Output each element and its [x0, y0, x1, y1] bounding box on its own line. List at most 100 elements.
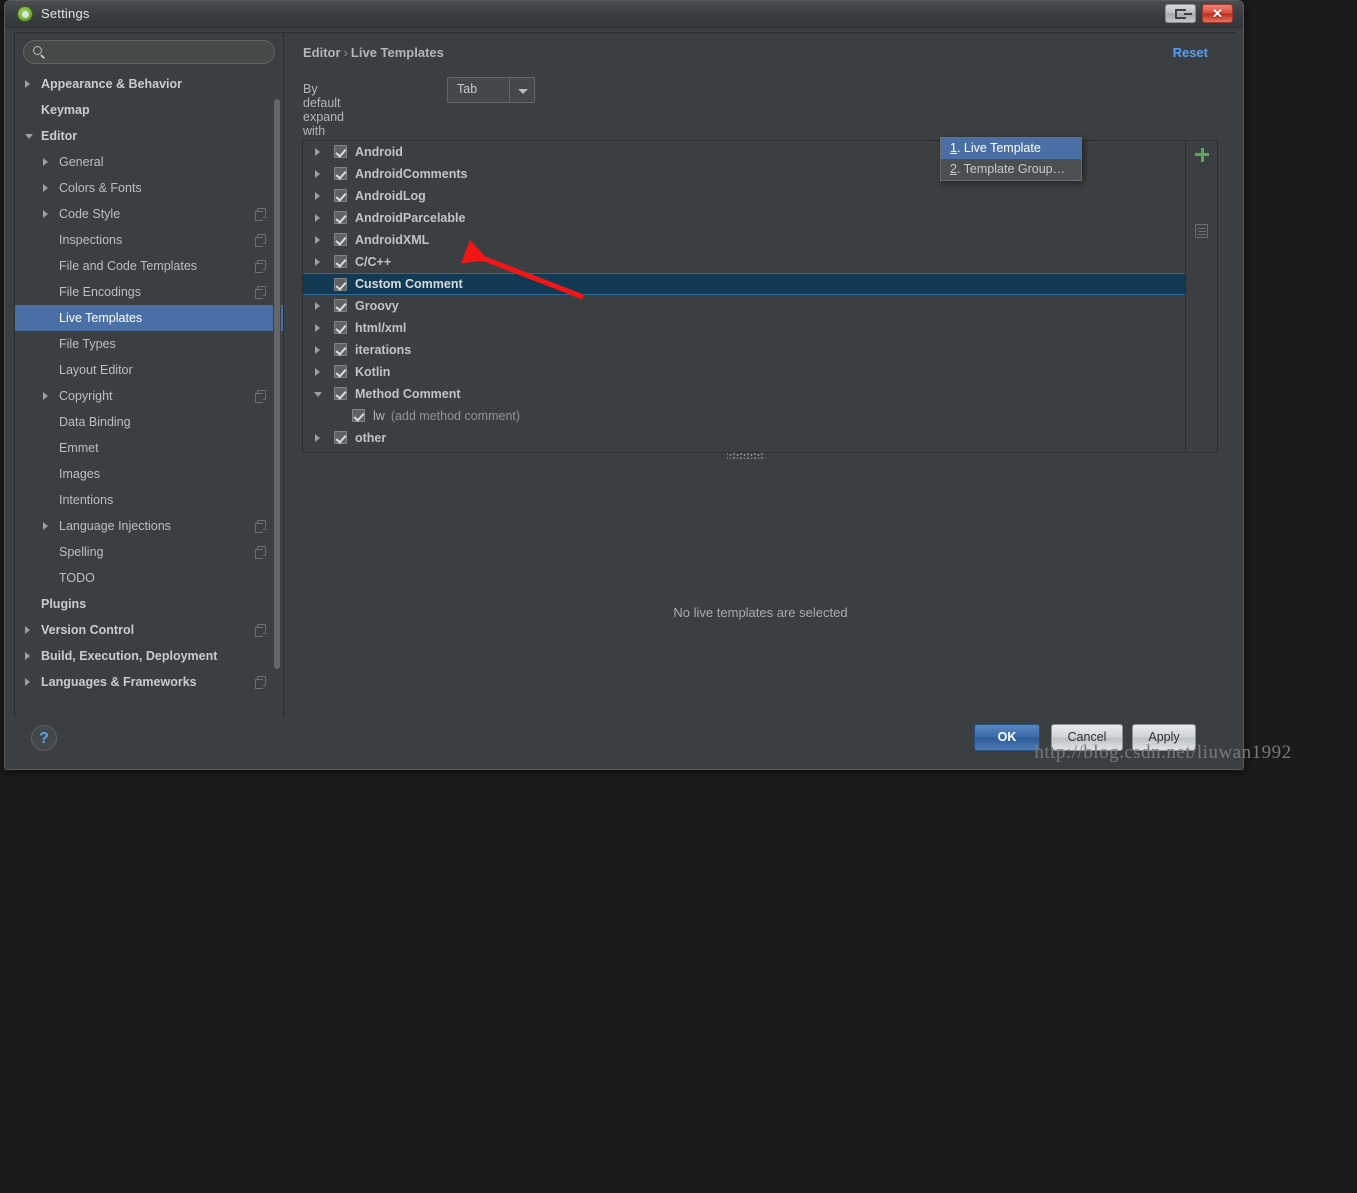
chevron-right-icon[interactable]: [315, 434, 320, 442]
ok-button[interactable]: OK: [974, 724, 1040, 751]
settings-sidebar: Appearance & Behavior Keymap Editor General…: [15, 33, 284, 719]
sidebar-item-label: Copyright: [59, 389, 113, 403]
template-group-row[interactable]: Kotlin: [303, 361, 1204, 383]
sidebar-item-label: Colors & Fonts: [59, 181, 142, 195]
chevron-right-icon[interactable]: [25, 652, 30, 660]
help-button[interactable]: ?: [31, 725, 57, 751]
sidebar-item-keymap[interactable]: Keymap: [15, 97, 283, 123]
checkbox-checked[interactable]: [334, 255, 347, 268]
sidebar-scrollbar[interactable]: [273, 73, 281, 713]
chevron-right-icon[interactable]: [315, 170, 320, 178]
chevron-right-icon[interactable]: [315, 148, 320, 156]
checkbox-checked[interactable]: [334, 387, 347, 400]
checkbox-checked[interactable]: [334, 233, 347, 246]
sidebar-item-appearance-behavior[interactable]: Appearance & Behavior: [15, 71, 283, 97]
template-group-row[interactable]: Custom Comment: [303, 273, 1204, 295]
chevron-right-icon[interactable]: [315, 324, 320, 332]
sidebar-item-file-and-code-templates[interactable]: File and Code Templates: [15, 253, 283, 279]
chevron-down-icon[interactable]: [314, 392, 322, 401]
sidebar-item-version-control[interactable]: Version Control: [15, 617, 283, 643]
template-group-row[interactable]: html/xml: [303, 317, 1204, 339]
template-group-row[interactable]: Groovy: [303, 295, 1204, 317]
sidebar-item-todo[interactable]: TODO: [15, 565, 283, 591]
project-scope-icon: [255, 676, 266, 689]
chevron-right-icon[interactable]: [315, 214, 320, 222]
checkbox-checked[interactable]: [334, 365, 347, 378]
expand-with-select[interactable]: Tab: [447, 77, 535, 103]
template-group-row[interactable]: other: [303, 427, 1204, 449]
template-group-row[interactable]: iterations: [303, 339, 1204, 361]
checkbox-checked[interactable]: [334, 321, 347, 334]
sidebar-item-label: Plugins: [41, 597, 87, 611]
checkbox-checked[interactable]: [334, 343, 347, 356]
reset-link[interactable]: Reset: [1173, 45, 1208, 60]
expand-with-dropdown-button[interactable]: [509, 78, 534, 102]
checkbox-checked[interactable]: [334, 431, 347, 444]
chevron-right-icon[interactable]: [43, 184, 48, 192]
template-group-row[interactable]: AndroidParcelable: [303, 207, 1204, 229]
template-group-label: Custom Comment: [355, 277, 463, 291]
sidebar-item-plugins[interactable]: Plugins: [15, 591, 283, 617]
chevron-down-icon[interactable]: [25, 134, 33, 143]
template-group-row[interactable]: C/C++: [303, 251, 1204, 273]
chevron-right-icon[interactable]: [315, 192, 320, 200]
sidebar-item-language-injections[interactable]: Language Injections: [15, 513, 283, 539]
restore-button[interactable]: [1165, 4, 1196, 23]
sidebar-item-colors-fonts[interactable]: Colors & Fonts: [15, 175, 283, 201]
sidebar-item-data-binding[interactable]: Data Binding: [15, 409, 283, 435]
chevron-right-icon[interactable]: [315, 368, 320, 376]
project-scope-icon: [255, 208, 266, 221]
chevron-right-icon[interactable]: [43, 392, 48, 400]
template-group-label: AndroidXML: [355, 233, 430, 247]
search-input[interactable]: [52, 43, 267, 61]
sidebar-item-file-encodings[interactable]: File Encodings: [15, 279, 283, 305]
sidebar-item-languages-frameworks[interactable]: Languages & Frameworks: [15, 669, 283, 695]
sidebar-item-layout-editor[interactable]: Layout Editor: [15, 357, 283, 383]
sidebar-item-inspections[interactable]: Inspections: [15, 227, 283, 253]
chevron-right-icon[interactable]: [315, 346, 320, 354]
checkbox-checked[interactable]: [334, 189, 347, 202]
close-button[interactable]: ✕: [1202, 4, 1233, 23]
checkbox-checked[interactable]: [334, 299, 347, 312]
sidebar-scrollbar-thumb[interactable]: [274, 99, 280, 669]
sidebar-item-editor[interactable]: Editor: [15, 123, 283, 149]
template-group-label: Android: [355, 145, 403, 159]
template-group-row[interactable]: Method Comment: [303, 383, 1204, 405]
chevron-right-icon[interactable]: [315, 236, 320, 244]
sidebar-item-file-types[interactable]: File Types: [15, 331, 283, 357]
checkbox-checked[interactable]: [334, 145, 347, 158]
chevron-right-icon[interactable]: [25, 626, 30, 634]
plus-icon[interactable]: [1194, 147, 1210, 163]
template-row[interactable]: lw (add method comment): [303, 405, 1204, 427]
sidebar-item-build-execution-deployment[interactable]: Build, Execution, Deployment: [15, 643, 283, 669]
sidebar-item-images[interactable]: Images: [15, 461, 283, 487]
checkbox-checked[interactable]: [334, 278, 347, 291]
popup-menu-item-1[interactable]: 1. Live Template: [941, 138, 1081, 159]
sidebar-item-live-templates[interactable]: Live Templates: [15, 305, 283, 331]
sidebar-item-emmet[interactable]: Emmet: [15, 435, 283, 461]
splitter-grip[interactable]: [727, 453, 763, 459]
chevron-right-icon[interactable]: [43, 522, 48, 530]
checkbox-checked[interactable]: [352, 409, 365, 422]
sidebar-item-spelling[interactable]: Spelling: [15, 539, 283, 565]
expand-with-value: Tab: [457, 82, 478, 96]
template-group-row[interactable]: AndroidLog: [303, 185, 1204, 207]
chevron-right-icon[interactable]: [43, 158, 48, 166]
checkbox-checked[interactable]: [334, 167, 347, 180]
sidebar-item-copyright[interactable]: Copyright: [15, 383, 283, 409]
chevron-right-icon[interactable]: [315, 302, 320, 310]
watermark-text: http://blog.csdn.net/liuwan1992: [1034, 742, 1292, 763]
checkbox-checked[interactable]: [334, 211, 347, 224]
sidebar-item-general[interactable]: General: [15, 149, 283, 175]
sidebar-item-code-style[interactable]: Code Style: [15, 201, 283, 227]
search-box[interactable]: [23, 40, 275, 64]
chevron-down-icon: [518, 89, 528, 94]
splitter[interactable]: [302, 452, 1218, 462]
popup-menu-item-2[interactable]: 2. Template Group…: [941, 159, 1081, 180]
template-group-row[interactable]: AndroidXML: [303, 229, 1204, 251]
sidebar-item-intentions[interactable]: Intentions: [15, 487, 283, 513]
chevron-right-icon[interactable]: [25, 80, 30, 88]
chevron-right-icon[interactable]: [25, 678, 30, 686]
chevron-right-icon[interactable]: [315, 258, 320, 266]
chevron-right-icon[interactable]: [43, 210, 48, 218]
